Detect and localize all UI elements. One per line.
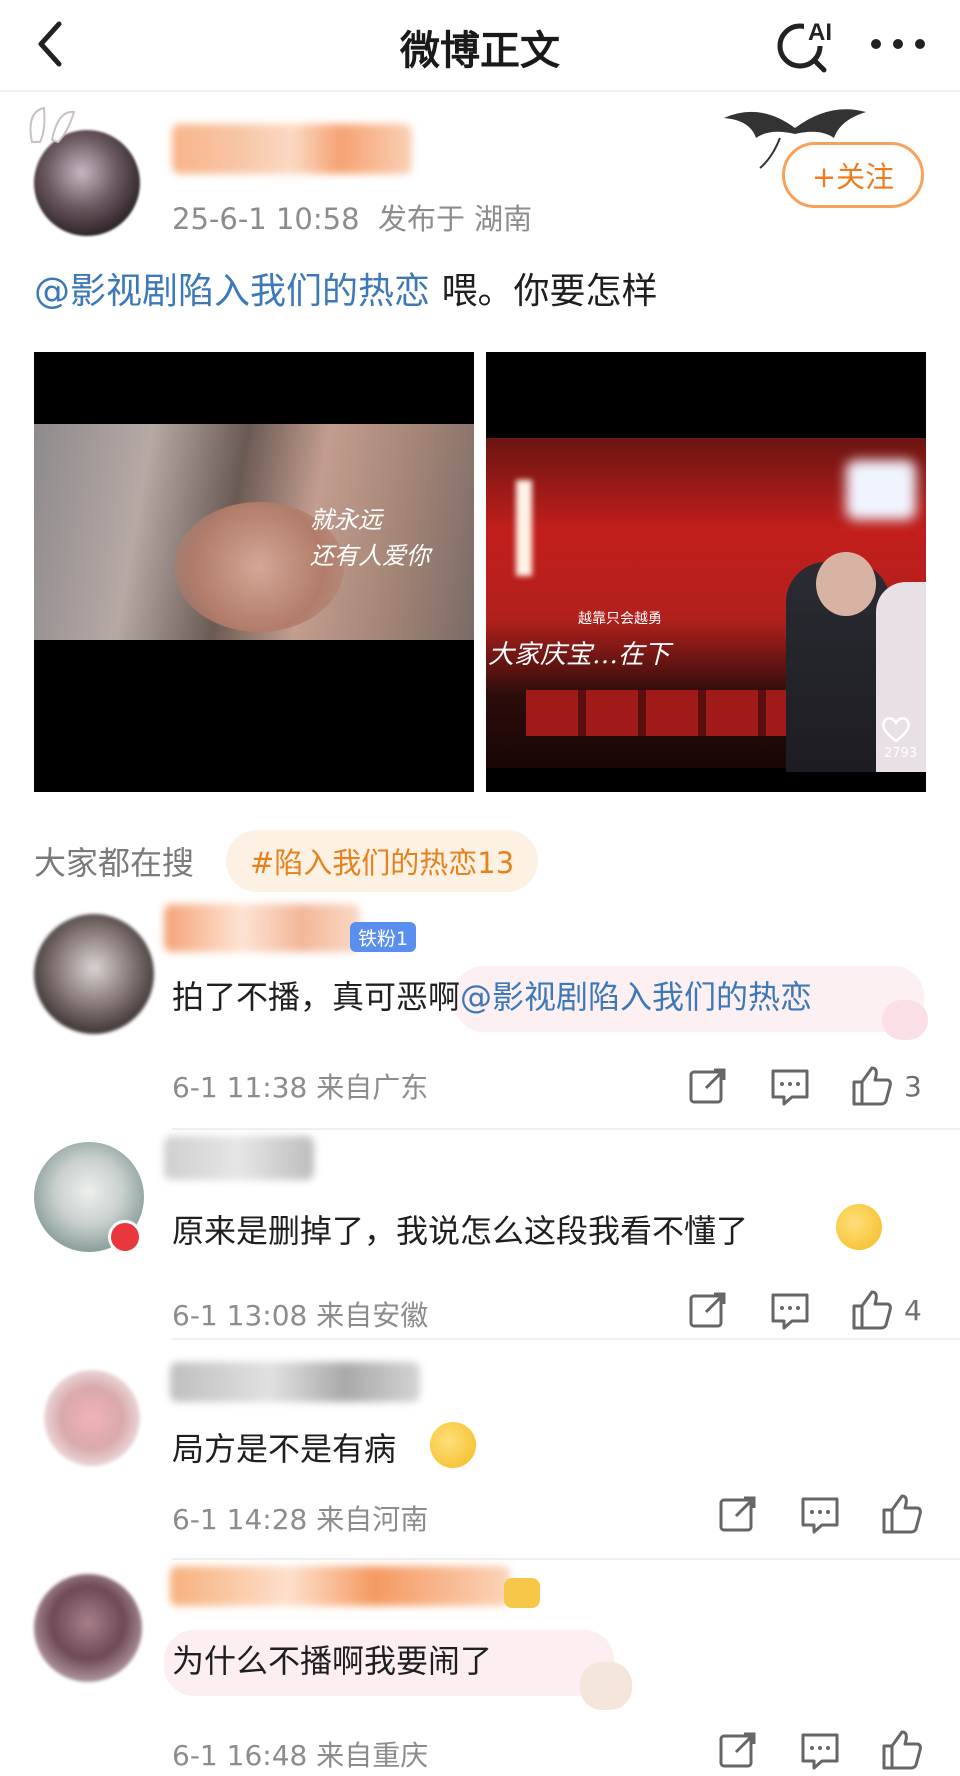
post-meta: 25-6-1 10:58 发布于 湖南 — [172, 196, 532, 238]
seat-row — [526, 690, 816, 736]
bunny-sticker — [882, 1000, 928, 1040]
image2-like-count: 2793 — [884, 746, 918, 761]
comment-item: 局方是不是有病 6-1 14:28 来自河南 — [0, 1346, 960, 1560]
screen-light — [846, 460, 916, 520]
comment-text: 原来是删掉了，我说怎么这段我看不懂了 — [172, 1212, 749, 1250]
post-body: @影视剧陷入我们的热恋 喂。你要怎样 — [34, 262, 657, 314]
comment-divider — [172, 1338, 960, 1340]
author-name-redacted[interactable] — [172, 124, 412, 174]
light-tube — [516, 480, 532, 576]
top-nav-bar: 微博正文 AI — [0, 0, 960, 92]
comment-icon[interactable] — [798, 1728, 842, 1772]
share-icon[interactable] — [716, 1492, 760, 1536]
comment-time: 6-1 14:28 来自河南 — [172, 1503, 429, 1536]
cat-sticker — [580, 1662, 632, 1710]
share-icon[interactable] — [686, 1064, 730, 1108]
comment-actions: 4 — [686, 1288, 946, 1338]
comment-time: 6-1 16:48 来自重庆 — [172, 1739, 429, 1772]
comment-divider — [172, 1558, 960, 1560]
image2-subtitle-small: 越靠只会越勇 — [578, 611, 662, 627]
mention-link[interactable]: @影视剧陷入我们的热恋 — [34, 271, 430, 312]
share-icon[interactable] — [686, 1288, 730, 1332]
post-location: 发布于 湖南 — [377, 202, 533, 236]
like-count: 4 — [904, 1294, 922, 1327]
comment-text: 局方是不是有病 — [172, 1430, 397, 1468]
comment-icon[interactable] — [798, 1492, 842, 1536]
commenter-name-redacted[interactable] — [170, 1362, 420, 1402]
everyone-searching: 大家都在搜 #陷入我们的热恋13 — [34, 826, 934, 898]
post-text: 喂。你要怎样 — [430, 271, 658, 312]
like-icon[interactable] — [850, 1064, 894, 1108]
svg-text:AI: AI — [808, 19, 832, 46]
commenter-name-redacted[interactable] — [164, 904, 360, 952]
smile-emoji — [430, 1422, 476, 1468]
comment-item: 原来是删掉了，我说怎么这段我看不懂了 6-1 13:08 来自安徽 4 — [0, 1130, 960, 1340]
commenter-avatar[interactable] — [44, 1370, 140, 1466]
comment-actions: 3 — [686, 1064, 946, 1114]
ai-search-button[interactable]: AI — [770, 12, 840, 76]
image2-subtitle-main: 大家庆宝…在下 — [488, 640, 671, 670]
comment-item: 为什么不播啊我要闹了 6-1 16:48 来自重庆 — [0, 1566, 960, 1776]
comment-time: 6-1 13:08 来自安徽 — [172, 1299, 429, 1332]
commenter-avatar[interactable] — [34, 914, 154, 1034]
comment-text: 拍了不播，真可恶啊@影视剧陷入我们的热恋 — [172, 972, 812, 1018]
post-timestamp: 25-6-1 10:58 — [172, 202, 360, 236]
post-author: 25-6-1 10:58 发布于 湖南 +关注 — [0, 96, 960, 256]
commenter-name-redacted[interactable] — [170, 1566, 510, 1606]
author-avatar[interactable] — [34, 130, 140, 236]
thinking-emoji — [836, 1204, 882, 1250]
follow-button[interactable]: +关注 — [782, 142, 924, 208]
post-image-1[interactable]: 就永远 还有人爱你 — [34, 352, 474, 792]
like-icon[interactable] — [880, 1492, 924, 1536]
like-count: 3 — [904, 1070, 922, 1103]
image-caption-line1: 就永远 — [310, 506, 382, 534]
comment-icon[interactable] — [768, 1288, 812, 1332]
trending-tag[interactable]: #陷入我们的热恋13 — [226, 830, 539, 892]
image-caption-line2: 还有人爱你 — [310, 542, 430, 570]
comment-actions — [716, 1492, 936, 1542]
ai-search-icon: AI — [777, 16, 840, 73]
more-options-button[interactable] — [866, 22, 930, 66]
comment-time: 6-1 11:38 来自广东 — [172, 1071, 429, 1104]
like-icon[interactable] — [850, 1288, 894, 1332]
comment-text: 为什么不播啊我要闹了 — [172, 1642, 493, 1680]
searching-label: 大家都在搜 — [34, 844, 195, 882]
comment-icon[interactable] — [768, 1064, 812, 1108]
more-dots-icon — [871, 39, 925, 49]
comment-actions — [716, 1728, 936, 1776]
commenter-name-redacted[interactable] — [164, 1136, 314, 1180]
verified-badge — [108, 1220, 142, 1254]
comment-body: 拍了不播，真可恶啊 — [172, 978, 461, 1016]
like-icon[interactable] — [880, 1728, 924, 1772]
comment-mention[interactable]: @影视剧陷入我们的热恋 — [460, 978, 812, 1016]
crown-badge — [504, 1578, 540, 1608]
post-image-2[interactable]: 越靠只会越勇 大家庆宝…在下 2793 — [486, 352, 926, 792]
person-head — [816, 552, 876, 616]
fan-level-badge: 铁粉1 — [350, 922, 417, 952]
commenter-avatar[interactable] — [34, 1574, 142, 1682]
share-icon[interactable] — [716, 1728, 760, 1772]
comment-item: 铁粉1 拍了不播，真可恶啊@影视剧陷入我们的热恋 6-1 11:38 来自广东 … — [0, 900, 960, 1130]
bunny-ears-decoration — [29, 106, 76, 144]
heart-icon — [882, 717, 910, 743]
